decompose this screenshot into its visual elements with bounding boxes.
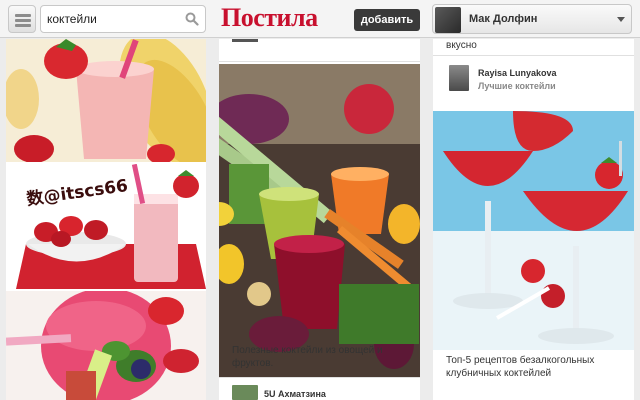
divider — [219, 61, 420, 62]
pinner-avatar[interactable] — [232, 385, 258, 400]
prev-pin-edge — [232, 39, 258, 42]
divider — [219, 377, 420, 378]
add-button[interactable]: добавить — [354, 9, 420, 31]
search-box — [40, 5, 206, 33]
pin-caption-top: вкусно — [446, 40, 477, 51]
pin-caption: Топ-5 рецептов безалкогольных клубничных… — [446, 355, 595, 379]
divider — [433, 55, 634, 56]
pin-image-smoothie[interactable] — [6, 39, 206, 162]
menu-button[interactable] — [8, 5, 36, 33]
top-bar: Постила добавить Мак Долфин — [0, 0, 640, 38]
pin-image-berry-smoothie[interactable] — [6, 291, 206, 400]
search-icon[interactable] — [185, 12, 199, 26]
user-name: Мак Долфин — [469, 13, 538, 25]
pinner-name[interactable]: 5U Ахматзина — [264, 389, 326, 399]
site-logo[interactable]: Постила — [221, 3, 318, 33]
avatar — [435, 7, 461, 33]
pin-image-milkshake[interactable]: 数@itscs66 — [6, 164, 206, 289]
pinner-name[interactable]: Rayisa Lunyakova — [478, 68, 557, 78]
user-menu[interactable]: Мак Долфин — [432, 4, 632, 34]
pin-column-2: Полезные коктейли из овощей и фруктов. 5… — [219, 39, 420, 400]
pin-image-strawberry-cocktails[interactable] — [433, 111, 634, 350]
board-name[interactable]: Лучшие коктейли — [478, 81, 556, 91]
pin-column-1: 数@itscs66 — [6, 39, 206, 400]
pinner-avatar[interactable] — [449, 65, 469, 91]
search-input[interactable] — [41, 6, 181, 32]
pin-card-cocktails: Топ-5 рецептов безалкогольных клубничных… — [433, 111, 634, 400]
pin-caption: Полезные коктейли из овощей и фруктов. — [232, 345, 383, 369]
chevron-down-icon — [617, 17, 625, 22]
pin-image-vegetable-juices[interactable] — [219, 64, 420, 377]
